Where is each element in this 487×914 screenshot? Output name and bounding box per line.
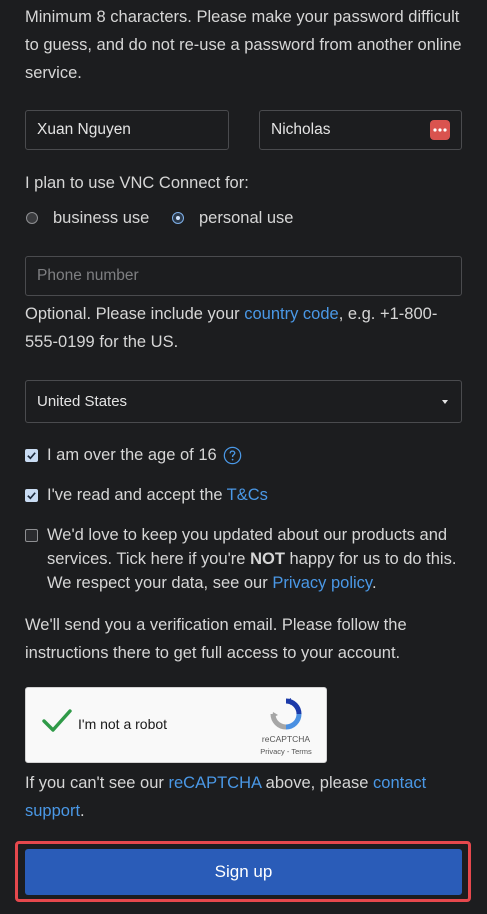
age-label: I am over the age of 16: [47, 445, 217, 464]
age-checkbox[interactable]: [25, 448, 38, 462]
country-code-link[interactable]: country code: [244, 305, 338, 323]
marketing-text-after: .: [371, 574, 377, 592]
last-name-value: Nicholas: [271, 121, 331, 138]
recaptcha-note: If you can't see our reCAPTCHA above, pl…: [25, 769, 455, 825]
recaptcha-label: I'm not a robot: [78, 716, 168, 732]
usage-prompt: I plan to use VNC Connect for:: [25, 174, 249, 192]
recaptcha-links: Privacy - Terms: [258, 747, 314, 756]
recaptcha-note-before: If you can't see our: [25, 774, 169, 792]
country-value: United States: [37, 393, 128, 410]
radio-personal-button[interactable]: [172, 212, 184, 224]
phone-help: Optional. Please include your country co…: [25, 300, 455, 356]
recaptcha-brand: reCAPTCHA: [261, 734, 311, 744]
radio-business-button[interactable]: [26, 212, 38, 224]
first-name-value: Xuan Nguyen: [37, 121, 131, 138]
radio-business[interactable]: business use: [26, 206, 149, 230]
password-manager-icon[interactable]: [430, 120, 450, 140]
recaptcha-privacy-link[interactable]: Privacy: [260, 747, 285, 756]
recaptcha-note-middle: above, please: [261, 774, 374, 792]
recaptcha-checkmark-icon[interactable]: [42, 708, 72, 739]
password-hint: Minimum 8 characters. Please make your p…: [25, 8, 462, 82]
terms-link[interactable]: T&Cs: [227, 486, 268, 505]
radio-personal-label: personal use: [199, 208, 294, 227]
signup-button[interactable]: Sign up: [25, 849, 462, 895]
verification-note: We'll send you a verification email. Ple…: [25, 616, 407, 662]
terms-check[interactable]: I've read and accept the T&Cs: [25, 483, 268, 507]
marketing-text-bold: NOT: [250, 550, 285, 568]
first-name-field[interactable]: Xuan Nguyen: [25, 110, 229, 150]
privacy-policy-link[interactable]: Privacy policy: [272, 574, 372, 592]
dropdown-caret-icon: [442, 399, 448, 404]
marketing-text: We'd love to keep you updated about our …: [47, 523, 467, 595]
phone-placeholder: Phone number: [37, 267, 139, 284]
recaptcha-terms-link[interactable]: Terms: [291, 747, 311, 756]
terms-checkbox[interactable]: [25, 488, 38, 502]
recaptcha-widget[interactable]: I'm not a robot reCAPTCHA Privacy - Term…: [25, 687, 327, 763]
radio-business-label: business use: [53, 208, 150, 227]
age-check[interactable]: I am over the age of 16: [25, 443, 242, 467]
last-name-field[interactable]: Nicholas: [259, 110, 462, 150]
country-select[interactable]: United States: [25, 380, 462, 423]
question-circle-icon[interactable]: [223, 446, 242, 465]
phone-input[interactable]: Phone number: [25, 256, 462, 296]
recaptcha-note-after: .: [80, 802, 85, 820]
radio-personal[interactable]: personal use: [172, 206, 293, 230]
terms-label: I've read and accept the: [47, 485, 223, 504]
phone-help-before: Optional. Please include your: [25, 305, 245, 323]
recaptcha-link[interactable]: reCAPTCHA: [168, 774, 261, 792]
marketing-checkbox[interactable]: [25, 529, 38, 542]
signup-label: Sign up: [214, 862, 273, 881]
recaptcha-logo-icon: [269, 698, 303, 735]
